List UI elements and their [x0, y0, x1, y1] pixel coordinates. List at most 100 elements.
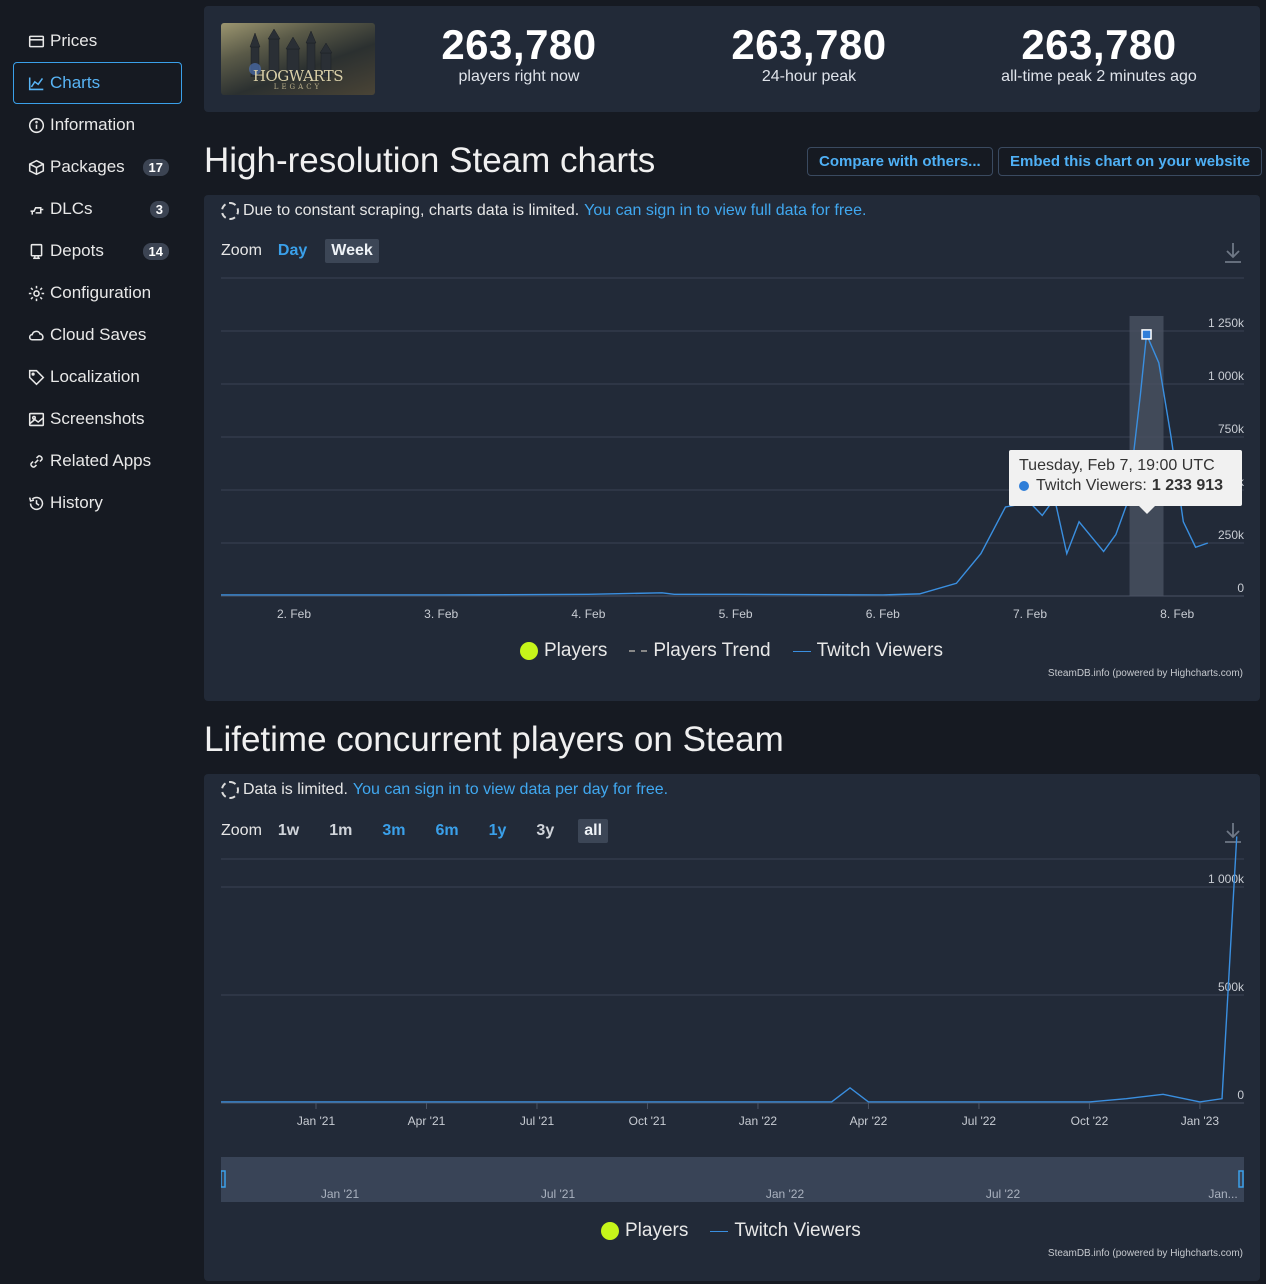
highlighted-point[interactable] [1141, 329, 1152, 340]
sidebar-item-label: Packages [50, 157, 125, 176]
sidebar-item-cloud-saves[interactable]: Cloud Saves [13, 314, 182, 356]
legend-players[interactable]: Players [601, 1220, 688, 1242]
navigator-label: Jul '22 [986, 1187, 1021, 1201]
legend-line [710, 1230, 729, 1232]
y-tick-label: 0 [1237, 581, 1244, 595]
x-tick-label: 8. Feb [1160, 607, 1194, 621]
embed-chart-button[interactable]: Embed this chart on your website [998, 147, 1263, 176]
sidebar-item-label: Information [50, 115, 136, 134]
sidebar-item-label: Configuration [50, 283, 152, 302]
navigator-label: Jan... [1208, 1187, 1237, 1201]
count-badge: 17 [142, 158, 169, 176]
stat-value: 263,780 [441, 21, 597, 68]
y-tick-label: 0 [1237, 1088, 1244, 1102]
lifetime-chart-panel: Data is limited. You can sign in to view… [204, 774, 1260, 1281]
chart-icon [26, 73, 46, 93]
legend-twitch-viewers[interactable]: Twitch Viewers [710, 1220, 861, 1242]
x-tick-label: 2. Feb [277, 607, 311, 621]
tooltip-date: Tuesday, Feb 7, 19:00 UTC [1019, 457, 1215, 474]
sidebar-item-label: History [50, 493, 103, 512]
link-icon [26, 451, 46, 471]
y-tick-label: 1 000k [1208, 872, 1245, 886]
legend-players-trend[interactable]: Players Trend [629, 640, 771, 662]
game-cover-image[interactable]: HOGWARTS LEGACY [221, 23, 375, 95]
chart-legend: Players Twitch Viewers [601, 1220, 883, 1242]
legend-players[interactable]: Players [520, 640, 607, 662]
gear-icon [26, 283, 46, 303]
stat-label: 24-hour peak [761, 68, 857, 85]
x-tick-label: Jan '21 [297, 1114, 336, 1128]
history-icon [26, 493, 46, 513]
sidebar: Prices Charts Information Packages 17 DLCs 3 De… [13, 20, 182, 524]
sidebar-item-screenshots[interactable]: Screenshots [13, 398, 182, 440]
sidebar-item-configuration[interactable]: Configuration [13, 272, 182, 314]
chart-credits[interactable]: SteamDB.info (powered by Highcharts.com) [1048, 1248, 1243, 1259]
lifetime-chart[interactable]: 0 500k 1 000k Jan '21 Apr '21 Jul '21 Oct '21 J… [204, 774, 1260, 1134]
y-tick-label: 1 250k [1208, 316, 1245, 330]
stat-24h-peak: 263,780 24-hour peak [679, 22, 939, 86]
navigator-left-handle[interactable] [220, 1170, 226, 1188]
sidebar-item-related-apps[interactable]: Related Apps [13, 440, 182, 482]
stat-label: all-time peak 2 minutes ago [1001, 68, 1197, 85]
tag-icon [26, 367, 46, 387]
tooltip-value: 1 233 913 [1151, 477, 1224, 494]
sidebar-item-label: DLCs [50, 199, 93, 218]
legend-dot [520, 642, 538, 660]
sidebar-item-prices[interactable]: Prices [13, 20, 182, 62]
chart-credits[interactable]: SteamDB.info (powered by Highcharts.com) [1048, 668, 1243, 679]
x-tick-label: Oct '22 [1071, 1114, 1109, 1128]
image-icon [26, 409, 46, 429]
sidebar-item-label: Screenshots [50, 409, 145, 428]
sidebar-item-depots[interactable]: Depots 14 [13, 230, 182, 272]
navigator-label: Jan '22 [766, 1187, 805, 1201]
info-icon [26, 115, 46, 135]
x-tick-label: Jan '23 [1181, 1114, 1220, 1128]
sidebar-item-history[interactable]: History [13, 482, 182, 524]
legend-dash [629, 650, 648, 652]
navigator-track[interactable]: Jan '21 Jul '21 Jan '22 Jul '22 Jan... [220, 1157, 1244, 1202]
stat-value: 263,780 [1021, 21, 1177, 68]
x-tick-label: Oct '21 [629, 1114, 667, 1128]
series-color-dot [1019, 481, 1029, 491]
x-tick-label: 5. Feb [719, 607, 753, 621]
x-tick-label: Jan '22 [739, 1114, 778, 1128]
x-tick-label: 3. Feb [424, 607, 458, 621]
sidebar-item-packages[interactable]: Packages 17 [13, 146, 182, 188]
tooltip-series-name: Twitch Viewers: [1036, 477, 1147, 494]
game-logo: HOGWARTS LEGACY [221, 67, 375, 91]
legend-line [792, 650, 811, 652]
x-tick-label: Apr '21 [408, 1114, 446, 1128]
y-tick-label: 500k [1218, 980, 1245, 994]
legend-twitch-viewers[interactable]: Twitch Viewers [792, 640, 943, 662]
sidebar-item-dlcs[interactable]: DLCs 3 [13, 188, 182, 230]
depot-icon [26, 241, 46, 261]
sidebar-item-label: Related Apps [50, 451, 152, 470]
stat-label: players right now [458, 68, 580, 85]
x-tick-label: 7. Feb [1013, 607, 1047, 621]
package-icon [26, 157, 46, 177]
y-tick-label: 750k [1218, 422, 1245, 436]
tooltip-series-row: Twitch Viewers: 1 233 913 [1019, 476, 1232, 496]
sidebar-item-information[interactable]: Information [13, 104, 182, 146]
sidebar-item-label: Depots [50, 241, 104, 260]
chart-legend: Players Players Trend Twitch Viewers [520, 640, 965, 662]
series-line-twitch-viewers[interactable] [221, 836, 1238, 1103]
compare-button[interactable]: Compare with others... [807, 147, 993, 176]
high-res-chart[interactable]: 0250k500k750k1 000k1 250k2. Feb3. Feb4. … [204, 195, 1260, 635]
plug-icon [26, 199, 46, 219]
app-header: HOGWARTS LEGACY 263,780 players right now… [204, 6, 1260, 112]
chart-navigator[interactable]: Jan '21 Jul '21 Jan '22 Jul '22 Jan... [220, 1157, 1244, 1202]
navigator-label: Jan '21 [321, 1187, 360, 1201]
sidebar-item-label: Prices [50, 31, 98, 50]
y-tick-label: 250k [1218, 528, 1245, 542]
x-tick-label: 6. Feb [866, 607, 900, 621]
card-icon [26, 31, 46, 51]
legend-label: Twitch Viewers [734, 1220, 861, 1241]
legend-label: Players Trend [653, 640, 771, 661]
sidebar-item-localization[interactable]: Localization [13, 356, 182, 398]
navigator-right-handle[interactable] [1238, 1170, 1244, 1188]
legend-label: Players [544, 640, 608, 661]
stat-value: 263,780 [731, 21, 887, 68]
sidebar-item-charts[interactable]: Charts [13, 62, 182, 104]
high-res-chart-panel: Due to constant scraping, charts data is… [204, 195, 1260, 701]
